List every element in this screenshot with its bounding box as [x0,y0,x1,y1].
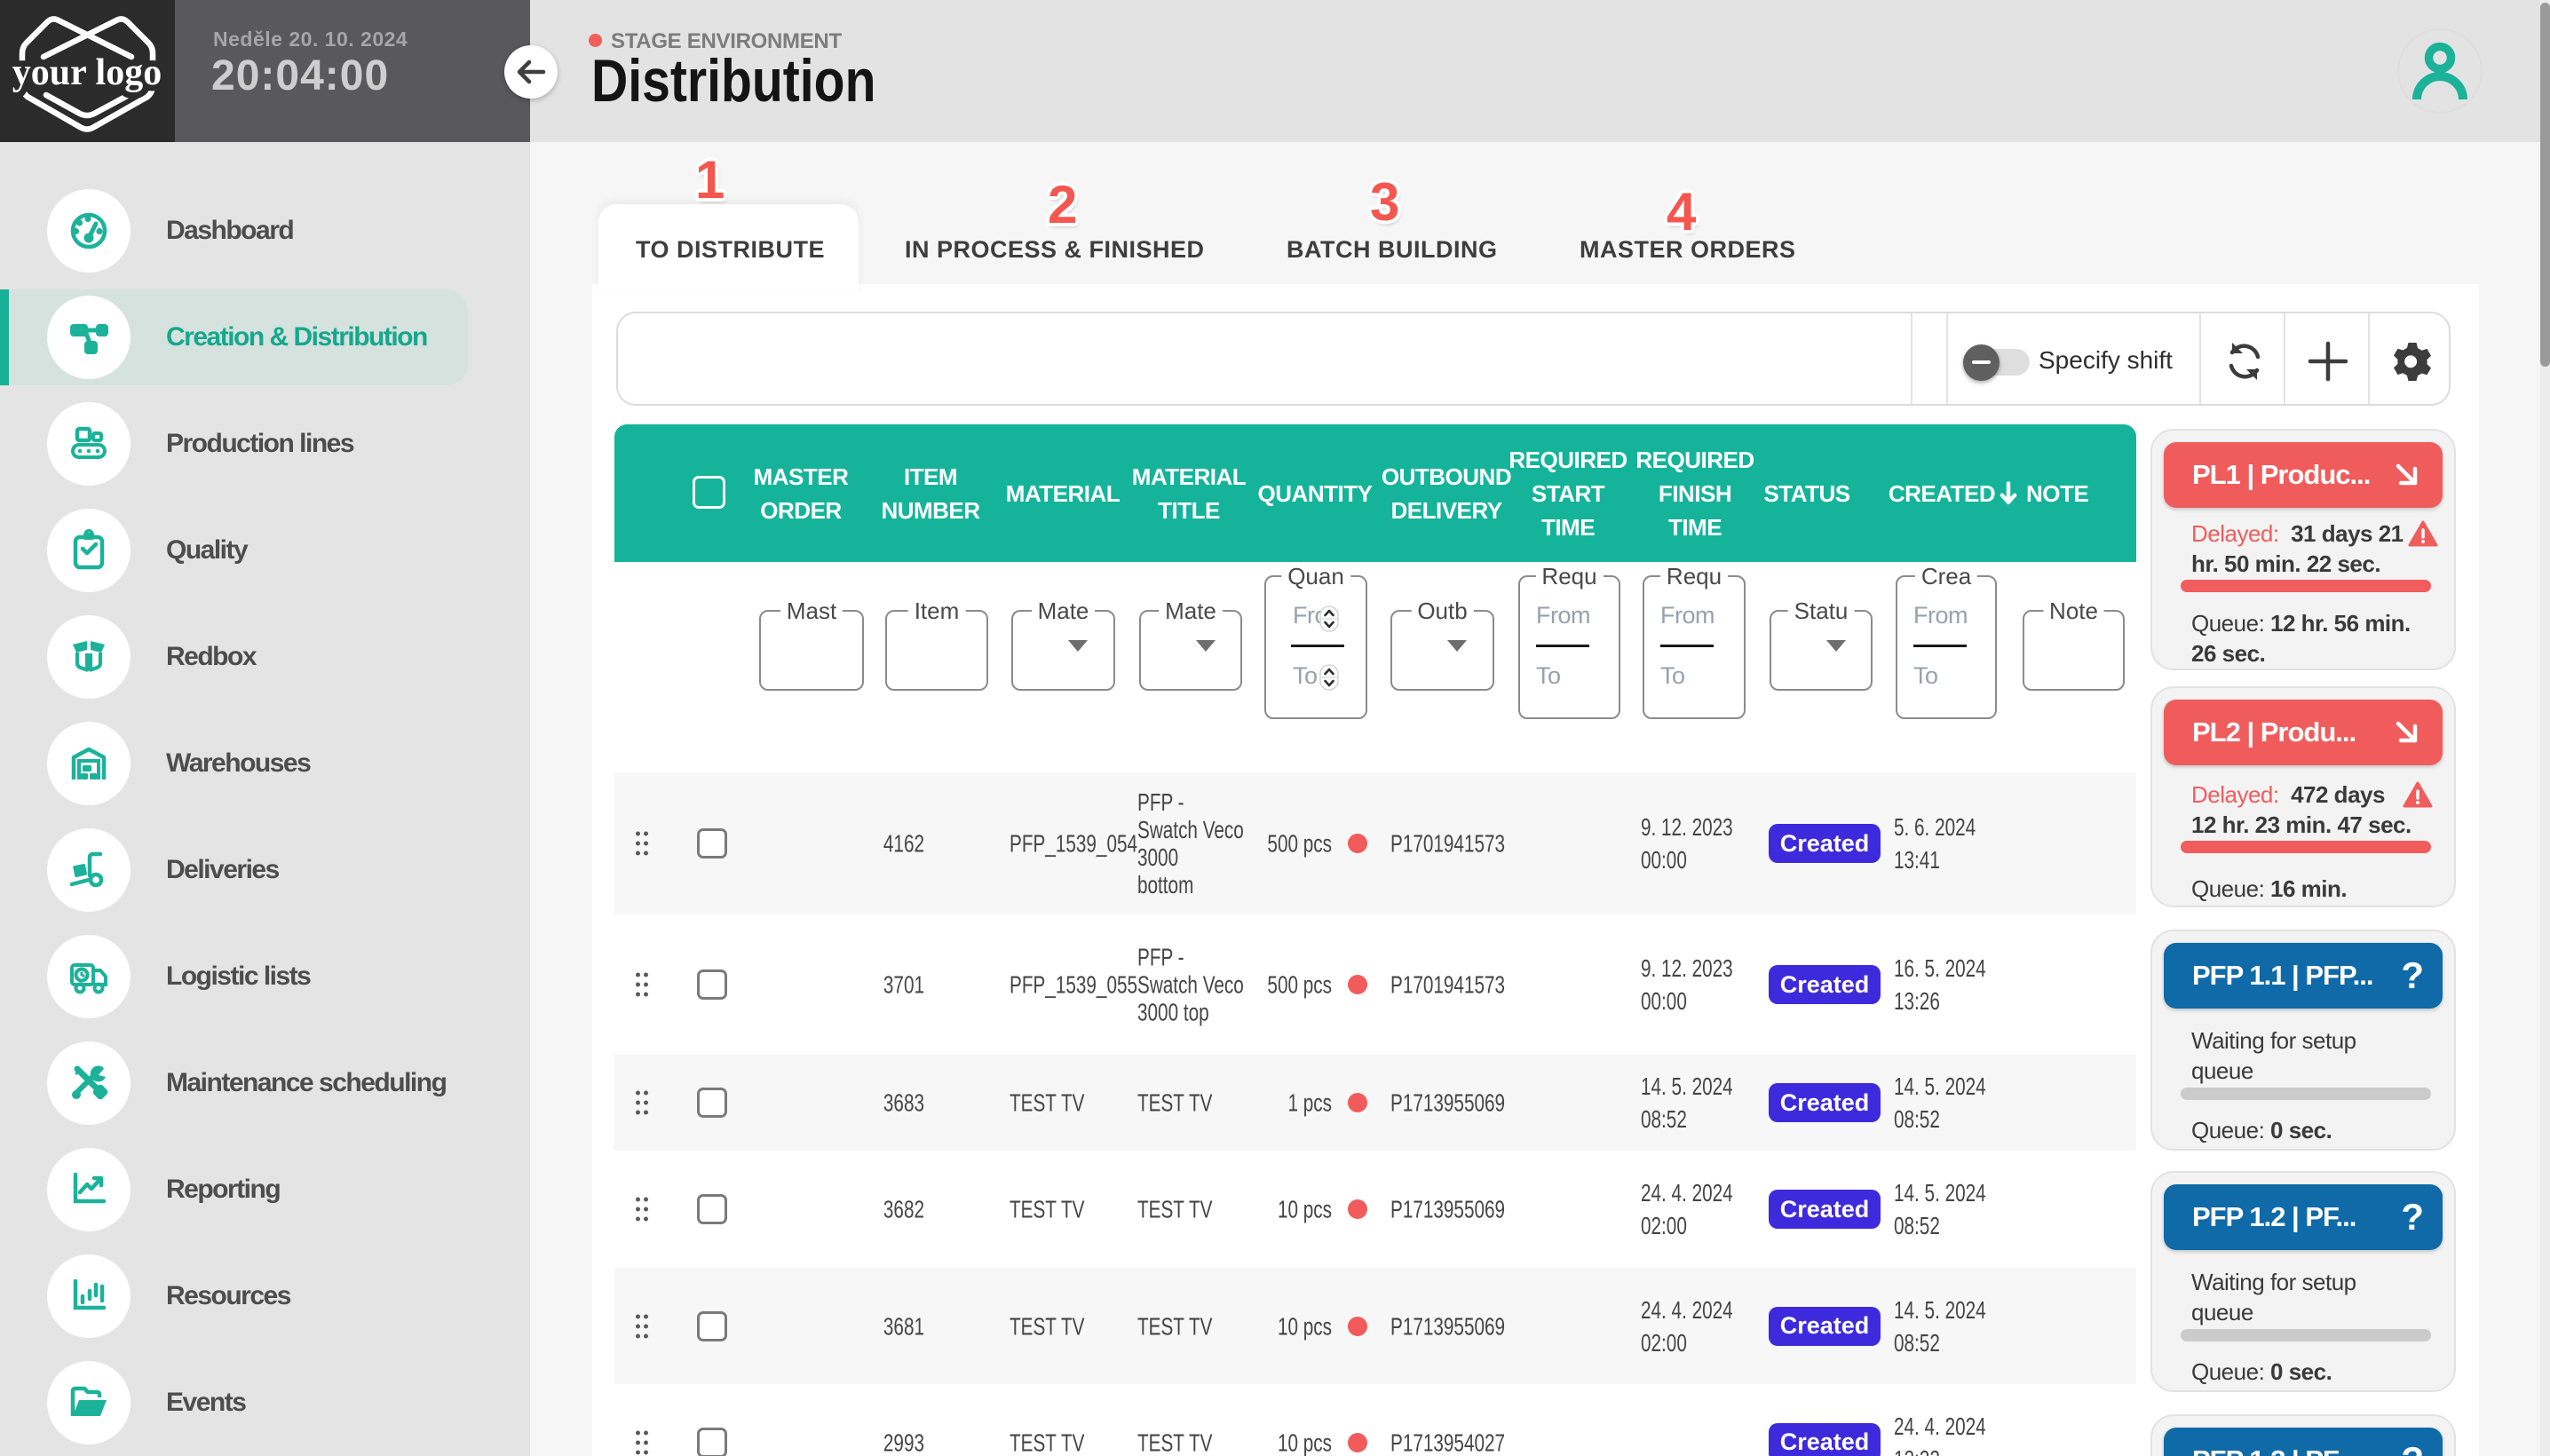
svg-text:your logo: your logo [12,52,162,93]
